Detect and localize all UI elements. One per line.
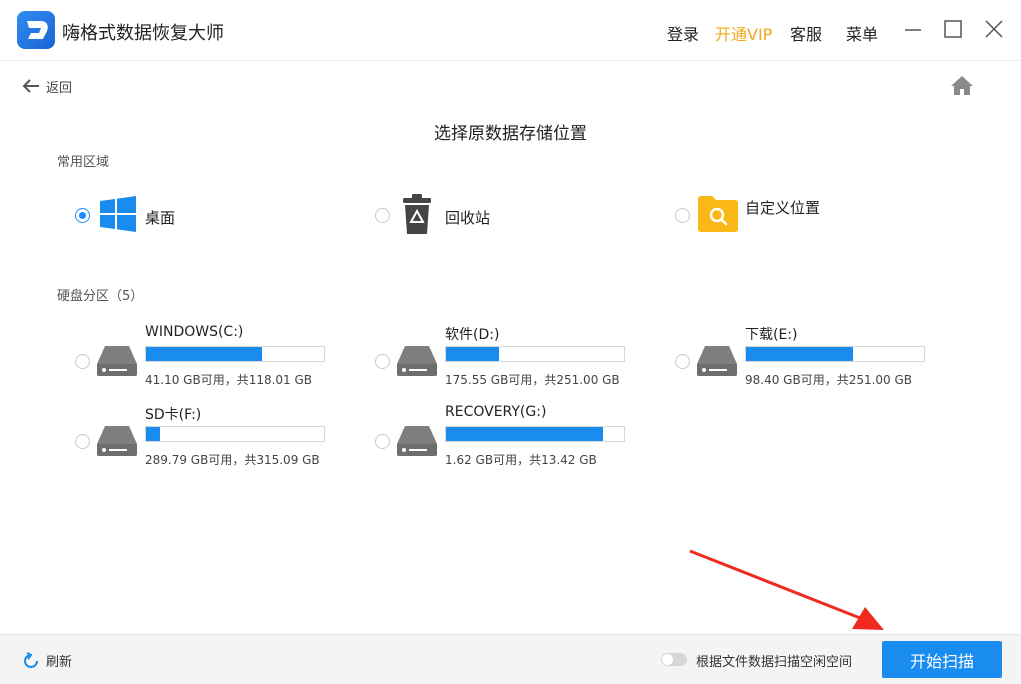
start-scan-button[interactable]: 开始扫描 — [882, 641, 1002, 678]
drive-usage-bar — [445, 346, 625, 362]
menu-link[interactable]: 菜单 — [846, 21, 878, 45]
drive-capacity-info: 289.79 GB可用，共315.09 GB — [145, 453, 320, 467]
drive-radio[interactable] — [375, 434, 390, 449]
drive-radio[interactable] — [75, 354, 90, 369]
refresh-label: 刷新 — [46, 655, 73, 670]
drive-item[interactable]: SD卡(F:) 289.79 GB可用，共315.09 GB — [75, 404, 355, 467]
drive-capacity-info: 41.10 GB可用，共118.01 GB — [145, 373, 313, 387]
common-area-label: 常用区域 — [57, 155, 110, 170]
drive-usage-fill — [146, 427, 161, 441]
drive-name: RECOVERY(G:) — [445, 404, 547, 420]
minimize-button[interactable] — [902, 17, 926, 41]
hard-drive-icon — [397, 346, 437, 376]
desktop-radio[interactable] — [75, 208, 90, 223]
app-logo-icon — [17, 11, 55, 49]
desktop-label: 桌面 — [145, 209, 176, 227]
login-link[interactable]: 登录 — [667, 21, 699, 45]
drive-name: SD卡(F:) — [145, 407, 202, 423]
footer-bar: 刷新 根据文件数据扫描空闲空间 开始扫描 — [0, 634, 1021, 684]
page-title: 选择原数据存储位置 — [434, 124, 587, 144]
maximize-button[interactable] — [942, 17, 966, 41]
drive-name: 下载(E:) — [745, 327, 798, 343]
refresh-button[interactable]: 刷新 — [22, 651, 72, 670]
drive-capacity-info: 1.62 GB可用，共13.42 GB — [445, 453, 597, 467]
customer-service-link[interactable]: 客服 — [790, 21, 822, 45]
close-icon — [985, 20, 1003, 38]
scan-free-space-label: 根据文件数据扫描空闲空间 — [696, 655, 853, 670]
title-bar: 嗨格式数据恢复大师 登录 开通VIP 客服 菜单 — [0, 0, 1021, 61]
custom-location-radio[interactable] — [675, 208, 690, 223]
disk-partitions-label: 硬盘分区（5） — [57, 289, 144, 304]
drive-usage-fill — [446, 347, 500, 361]
arrow-left-icon — [22, 79, 39, 93]
drive-usage-bar — [745, 346, 925, 362]
app-title: 嗨格式数据恢复大师 — [62, 23, 224, 44]
maximize-icon — [944, 20, 962, 38]
drive-usage-fill — [746, 347, 853, 361]
drive-usage-fill — [446, 427, 603, 441]
drive-name: 软件(D:) — [445, 327, 500, 343]
refresh-icon — [24, 651, 38, 668]
vip-link[interactable]: 开通VIP — [715, 21, 772, 45]
close-button[interactable] — [982, 17, 1006, 41]
recycle-bin-radio[interactable] — [375, 208, 390, 223]
windows-icon — [100, 196, 136, 232]
drive-item[interactable]: WINDOWS(C:) 41.10 GB可用，共118.01 GB — [75, 324, 355, 387]
drive-item[interactable]: 软件(D:) 175.55 GB可用，共251.00 GB — [375, 324, 655, 387]
hard-drive-icon — [97, 346, 137, 376]
drive-usage-bar — [145, 346, 325, 362]
home-icon — [951, 76, 973, 95]
folder-search-icon — [698, 196, 738, 232]
back-label: 返回 — [46, 80, 73, 96]
drive-capacity-info: 175.55 GB可用，共251.00 GB — [445, 373, 620, 387]
recycle-bin-icon — [403, 194, 431, 234]
drive-item[interactable]: 下载(E:) 98.40 GB可用，共251.00 GB — [675, 324, 955, 387]
home-button[interactable] — [950, 74, 974, 96]
recycle-bin-label: 回收站 — [445, 209, 491, 227]
drive-usage-bar — [445, 426, 625, 442]
hard-drive-icon — [697, 346, 737, 376]
drive-usage-bar — [145, 426, 325, 442]
custom-location-label: 自定义位置 — [745, 199, 821, 217]
back-button[interactable]: 返回 — [22, 76, 72, 96]
drive-capacity-info: 98.40 GB可用，共251.00 GB — [745, 373, 913, 387]
drive-radio[interactable] — [75, 434, 90, 449]
drive-radio[interactable] — [375, 354, 390, 369]
drive-item[interactable]: RECOVERY(G:) 1.62 GB可用，共13.42 GB — [375, 404, 655, 467]
scan-free-space-toggle[interactable] — [661, 653, 687, 666]
drive-name: WINDOWS(C:) — [145, 324, 244, 340]
drive-radio[interactable] — [675, 354, 690, 369]
drive-usage-fill — [146, 347, 262, 361]
hard-drive-icon — [397, 426, 437, 456]
minimize-icon — [905, 29, 921, 31]
hard-drive-icon — [97, 426, 137, 456]
